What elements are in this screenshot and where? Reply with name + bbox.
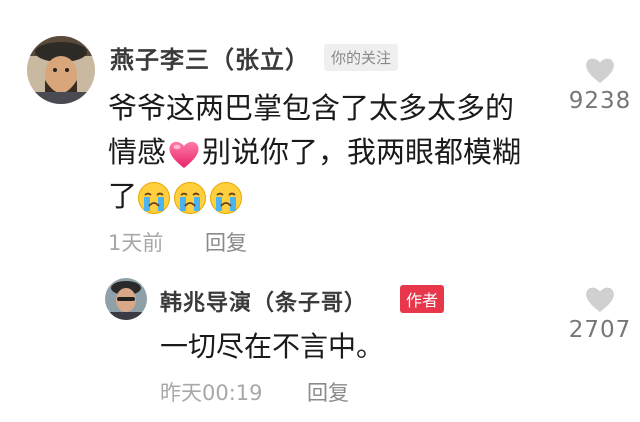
comment-text-line: 爷爷这两巴掌包含了太多太多的 — [108, 91, 515, 125]
like-count: 2707 — [568, 317, 632, 343]
comment-text-segment: 了 — [108, 179, 138, 213]
reply-button[interactable]: 回复 — [307, 377, 349, 407]
comment-text-segment: 情感 — [108, 135, 167, 169]
avatar[interactable] — [105, 278, 147, 320]
comment-text-line: 一切尽在不言中。 — [160, 330, 385, 363]
following-badge: 你的关注 — [324, 44, 399, 71]
comment-text-segment: 别说你了，我两眼都模糊 — [202, 135, 522, 169]
heart-icon[interactable] — [584, 56, 616, 84]
comment-text: 爷爷这两巴掌包含了太多太多的 情感 别说你了，我两眼都模糊 了 — [108, 86, 538, 218]
crying-face-emoji-icon — [137, 181, 171, 215]
username[interactable]: 燕子李三（张立） — [110, 40, 310, 75]
crying-face-emoji-icon — [209, 181, 243, 215]
comment-list: 燕子李三（张立） 你的关注 爷爷这两巴掌包含了太多太多的 情感 别说你了，我两眼都… — [0, 0, 640, 422]
like-count: 9238 — [568, 88, 632, 114]
username[interactable]: 韩兆导演（条子哥） — [160, 285, 367, 317]
reply-button[interactable]: 回复 — [205, 227, 247, 257]
comment-timestamp: 1天前 — [108, 231, 164, 255]
heart-icon[interactable] — [584, 285, 616, 313]
author-badge: 作者 — [400, 285, 445, 313]
reply-item: 韩兆导演（条子哥） 作者 一切尽在不言中。 昨天00:19 回复 2707 — [0, 265, 640, 422]
comment-item: 燕子李三（张立） 你的关注 爷爷这两巴掌包含了太多太多的 情感 别说你了，我两眼都… — [0, 0, 640, 265]
like-button[interactable]: 2707 — [560, 285, 640, 343]
avatar[interactable] — [27, 36, 95, 104]
comment-text: 一切尽在不言中。 — [160, 325, 560, 369]
heart-emoji-icon — [167, 138, 201, 170]
comment-timestamp: 昨天00:19 — [160, 381, 263, 405]
comment-text-line-3: 了 — [108, 174, 538, 218]
comment-text-line-2: 情感 别说你了，我两眼都模糊 — [108, 130, 538, 174]
like-button[interactable]: 9238 — [560, 56, 640, 114]
crying-face-emoji-icon — [173, 181, 207, 215]
